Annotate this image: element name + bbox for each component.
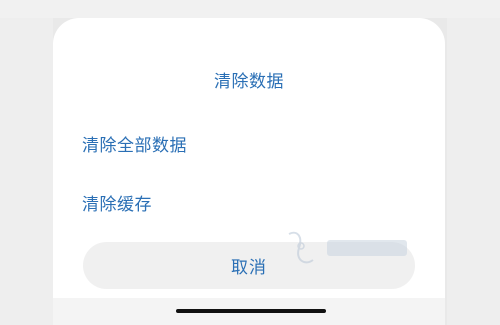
dimmed-backdrop-right [447,18,500,325]
home-indicator[interactable] [176,309,326,313]
cancel-button-label: 取消 [231,258,267,278]
sheet-title: 清除数据 [214,72,284,92]
dimmed-backdrop-left [0,18,53,325]
dimmed-backdrop-top [0,0,500,18]
clear-all-data-option[interactable]: 清除全部数据 [82,131,187,156]
screen: 清除数据 清除全部数据 清除缓存 取消 [0,0,500,325]
watermark-logo [288,231,407,264]
clear-cache-option[interactable]: 清除缓存 [82,190,152,215]
